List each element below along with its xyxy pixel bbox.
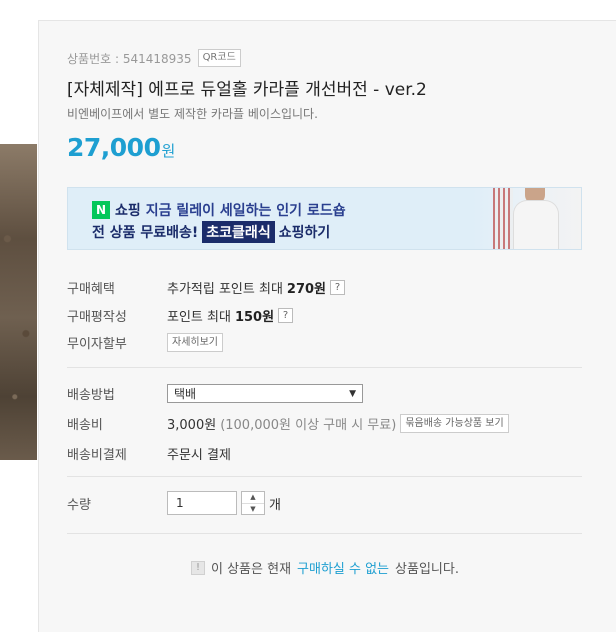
shipping-fee-row: 배송비 3,000원 (100,000원 이상 구매 시 무료) 묶음배송 가능…: [67, 414, 509, 433]
bundle-shipping-button[interactable]: 묶음배송 가능상품 보기: [400, 414, 509, 433]
divider: [67, 533, 582, 534]
installment-label: 무이자할부: [67, 337, 127, 352]
purchase-benefit-row: 구매혜택 추가적립 포인트 최대 270원 ?: [67, 278, 346, 297]
quantity-increase-button[interactable]: ▲: [242, 492, 264, 503]
shipping-fee-label: 배송비: [67, 418, 103, 433]
purchase-benefit-label: 구매혜택: [67, 282, 115, 297]
divider: [67, 476, 582, 477]
shipping-method-selected: 택배: [174, 387, 197, 401]
product-image-panel: [0, 0, 38, 632]
banner-headline: 지금 릴레이 세일하는 인기 로드숍: [145, 203, 346, 219]
installment-value: 자세히보기: [167, 333, 223, 352]
quantity-unit: 개: [269, 497, 281, 513]
shipping-method-row: 배송방법 택배 ▼: [67, 384, 363, 403]
product-code-text: 상품번호 : 541418935: [67, 51, 192, 66]
help-icon[interactable]: ?: [330, 280, 346, 295]
banner-cta: 쇼핑하기: [278, 225, 331, 241]
unavailable-notice: ! 이 상품은 현재 구매하실 수 없는 상품입니다.: [191, 558, 459, 577]
quantity-input[interactable]: 1: [167, 491, 237, 515]
naver-n-icon: N: [92, 201, 110, 219]
shipping-fee-value: 3,000원 (100,000원 이상 구매 시 무료) 묶음배송 가능상품 보…: [167, 414, 509, 433]
banner-model-shirt: [513, 200, 559, 249]
notice-prefix: 이 상품은 현재: [211, 562, 292, 577]
product-subtitle: 비엔베이프에서 별도 제작한 카라플 베이스입니다.: [67, 107, 318, 121]
installment-detail-button[interactable]: 자세히보기: [167, 333, 223, 352]
purchase-benefit-amount: 270원: [286, 282, 327, 297]
banner-stripes: [493, 188, 513, 249]
shipping-method-value: 택배 ▼: [167, 384, 363, 403]
banner-shopping-label: 쇼핑: [115, 203, 141, 219]
shipping-payment-value: 주문시 결제: [167, 448, 231, 463]
banner-line-1: N 쇼핑 지금 릴레이 세일하는 인기 로드숍: [92, 200, 346, 220]
purchase-benefit-text: 추가적립 포인트 최대: [167, 282, 283, 297]
shipping-fee-amount: 3,000원: [167, 418, 217, 433]
notice-suffix: 상품입니다.: [395, 562, 459, 577]
quantity-label: 수량: [67, 497, 91, 513]
product-title: [자체제작] 에프로 듀얼홀 카라플 개선버전 - ver.2: [67, 80, 427, 100]
quantity-decrease-button[interactable]: ▼: [242, 502, 264, 515]
help-icon[interactable]: ?: [278, 308, 294, 323]
product-photo: [0, 144, 37, 460]
purchase-benefit-value: 추가적립 포인트 최대 270원 ?: [167, 278, 346, 297]
qr-code-button[interactable]: QR코드: [197, 49, 241, 67]
review-benefit-label: 구매평작성: [67, 310, 127, 325]
dropdown-arrow-icon: ▼: [349, 388, 356, 399]
banner-line-2: 전 상품 무료배송! 초코클래식 쇼핑하기: [92, 221, 330, 243]
banner-free-shipping: 전 상품 무료배송!: [92, 225, 199, 241]
quantity-control: 1 ▲ ▼ 개: [167, 491, 281, 515]
shipping-payment-row: 배송비결제 주문시 결제: [67, 444, 231, 463]
review-benefit-amount: 150원: [234, 310, 275, 325]
banner-brand-highlight: 초코클래식: [202, 221, 275, 243]
shipping-fee-condition: (100,000원 이상 구매 시 무료): [220, 418, 397, 433]
warning-icon: !: [191, 560, 205, 575]
product-code-row: 상품번호 : 541418935 QR코드: [67, 49, 241, 67]
shopping-ad-banner[interactable]: N 쇼핑 지금 릴레이 세일하는 인기 로드숍 전 상품 무료배송! 초코클래식…: [67, 187, 582, 250]
review-benefit-text: 포인트 최대: [167, 310, 231, 325]
quantity-stepper: ▲ ▼: [241, 491, 265, 515]
review-benefit-row: 구매평작성 포인트 최대 150원 ?: [67, 306, 294, 325]
divider: [67, 367, 582, 368]
price-unit: 원: [161, 142, 176, 160]
product-price: 27,000 원: [67, 133, 175, 162]
price-number: 27,000: [67, 133, 161, 162]
banner-model-image: [473, 188, 581, 249]
shipping-method-label: 배송방법: [67, 388, 115, 403]
quantity-row: 수량 1 ▲ ▼ 개: [67, 491, 281, 515]
product-info-panel: 상품번호 : 541418935 QR코드 [자체제작] 에프로 듀얼홀 카라플…: [38, 20, 616, 632]
notice-highlight: 구매하실 수 없는: [297, 562, 390, 577]
shipping-method-select[interactable]: 택배 ▼: [167, 384, 363, 403]
installment-row: 무이자할부 자세히보기: [67, 333, 223, 352]
shipping-payment-label: 배송비결제: [67, 448, 127, 463]
review-benefit-value: 포인트 최대 150원 ?: [167, 306, 294, 325]
